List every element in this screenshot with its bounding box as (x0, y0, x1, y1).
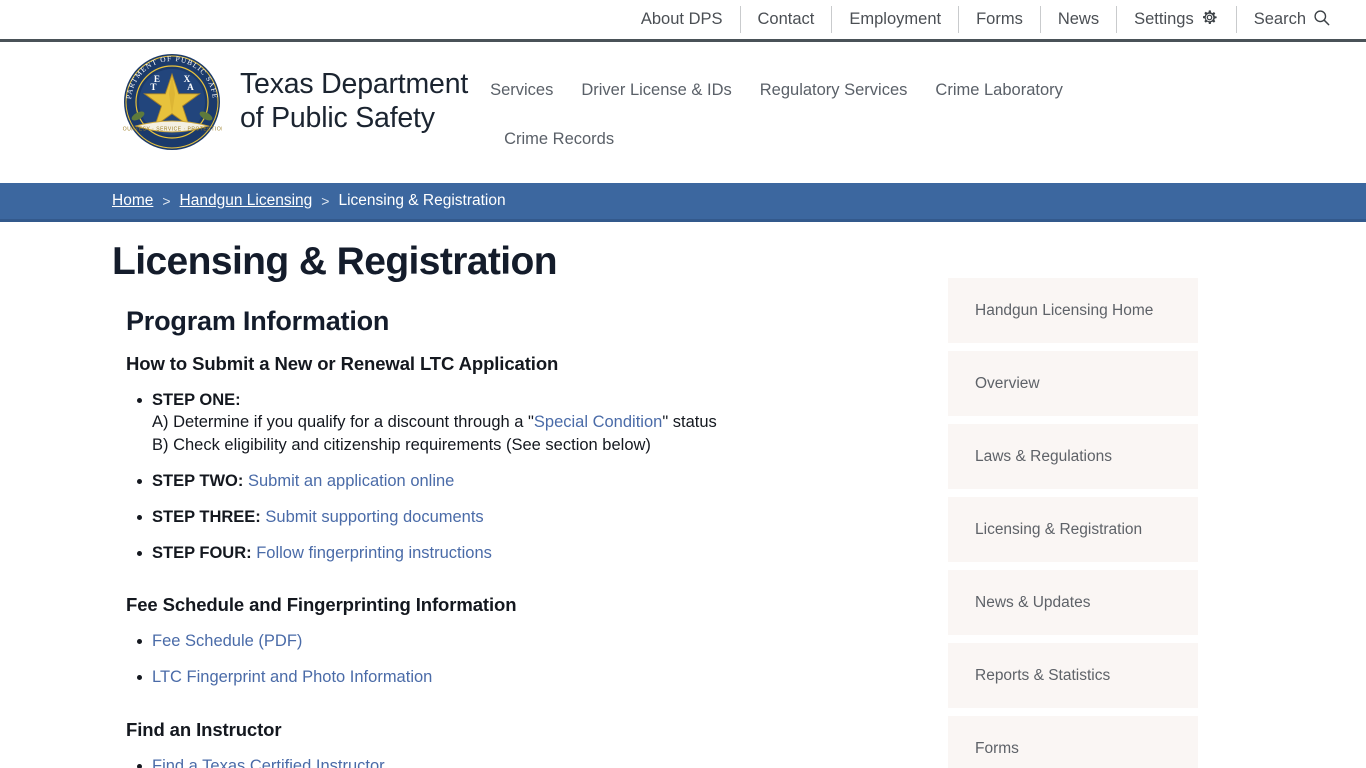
search-icon (1312, 8, 1331, 32)
application-steps-list: STEP ONE: A) Determine if you qualify fo… (137, 389, 932, 565)
utility-item-contact[interactable]: Contact (739, 6, 832, 33)
page-title: Licensing & Registration (112, 240, 558, 283)
step-one-label: STEP ONE: (152, 390, 241, 409)
masthead: DEPARTMENT OF PUBLIC SAFETY T E X A S CO… (0, 42, 1366, 183)
breadcrumb-item-current: Licensing & Registration (338, 192, 506, 209)
sidebar-item-laws-regulations[interactable]: Laws & Regulations (948, 424, 1198, 489)
list-item-find-instructor: Find a Texas Certified Instructor (137, 755, 932, 768)
sidebar-item-handgun-licensing-home[interactable]: Handgun Licensing Home (948, 278, 1198, 343)
instructor-links-list: Find a Texas Certified Instructor (137, 755, 932, 768)
nav-item-crime-laboratory[interactable]: Crime Laboratory (921, 76, 1076, 105)
step-one-line-b: B) Check eligibility and citizenship req… (152, 436, 651, 455)
breadcrumb: Home > Handgun Licensing > Licensing & R… (0, 183, 1366, 222)
breadcrumb-separator: > (321, 193, 330, 209)
sidebar-item-licensing-registration[interactable]: Licensing & Registration (948, 497, 1198, 562)
breadcrumb-item-home[interactable]: Home (112, 192, 153, 210)
svg-text:A: A (187, 82, 194, 92)
nav-item-regulatory-services[interactable]: Regulatory Services (746, 76, 922, 105)
list-item-step-three: STEP THREE: Submit supporting documents (137, 506, 932, 529)
list-item-step-one: STEP ONE: A) Determine if you qualify fo… (137, 389, 932, 457)
link-fee-schedule-pdf[interactable]: Fee Schedule (PDF) (152, 632, 302, 650)
gear-icon (1200, 8, 1219, 32)
fee-links-list: Fee Schedule (PDF) LTC Fingerprint and P… (137, 630, 932, 689)
utility-item-label: Employment (849, 10, 942, 28)
link-submit-application-online[interactable]: Submit an application online (248, 472, 454, 490)
list-item-step-two: STEP TWO: Submit an application online (137, 470, 932, 493)
nav-item-driver-license-ids[interactable]: Driver License & IDs (567, 76, 745, 105)
section-title-program-information: Program Information (126, 305, 390, 336)
texas-dps-seal-icon: DEPARTMENT OF PUBLIC SAFETY T E X A S CO… (119, 45, 225, 152)
utility-item-label: Search (1253, 10, 1306, 28)
list-item-fee-schedule: Fee Schedule (PDF) (137, 630, 932, 653)
utility-item-label: Settings (1134, 10, 1194, 28)
site-title: Texas Department of Public Safety (240, 68, 469, 134)
svg-text:E: E (154, 74, 160, 84)
main-nav: Services Driver License & IDs Regulatory… (490, 48, 1150, 154)
nav-item-services[interactable]: Services (490, 76, 567, 105)
utility-item-label: Forms (976, 10, 1023, 28)
nav-item-crime-records[interactable]: Crime Records (490, 125, 628, 154)
sidebar-item-reports-statistics[interactable]: Reports & Statistics (948, 643, 1198, 708)
breadcrumb-separator: > (162, 193, 171, 209)
utility-item-label: News (1057, 10, 1100, 28)
link-find-texas-certified-instructor[interactable]: Find a Texas Certified Instructor (152, 757, 385, 768)
list-item-step-four: STEP FOUR: Follow fingerprinting instruc… (137, 542, 932, 565)
utility-item-employment[interactable]: Employment (831, 6, 958, 33)
utility-bar: About DPS Contact Employment Forms News … (0, 0, 1366, 39)
link-ltc-fingerprint-photo-information[interactable]: LTC Fingerprint and Photo Information (152, 668, 432, 686)
utility-item-label: Contact (757, 10, 815, 28)
step-two-label: STEP TWO: (152, 471, 244, 490)
utility-item-news[interactable]: News (1039, 6, 1116, 33)
utility-nav: About DPS Contact Employment Forms News … (624, 6, 1348, 33)
section-sidebar: Handgun Licensing Home Overview Laws & R… (948, 240, 1198, 768)
utility-item-settings[interactable]: Settings (1116, 6, 1236, 33)
link-special-condition[interactable]: Special Condition (534, 413, 662, 431)
page-body: Licensing & Registration Program Informa… (0, 222, 1366, 768)
breadcrumb-item-handgun-licensing[interactable]: Handgun Licensing (180, 192, 313, 210)
svg-text:COURTESY · SERVICE · PROTECTIO: COURTESY · SERVICE · PROTECTION (122, 127, 222, 133)
list-item-fingerprint-info: LTC Fingerprint and Photo Information (137, 666, 932, 689)
utility-item-label: About DPS (640, 10, 723, 28)
heading-fee-schedule: Fee Schedule and Fingerprinting Informat… (126, 594, 517, 616)
step-one-line-a-post: " status (662, 413, 717, 432)
utility-item-about-dps[interactable]: About DPS (624, 6, 740, 33)
link-follow-fingerprinting-instructions[interactable]: Follow fingerprinting instructions (256, 544, 492, 562)
utility-item-forms[interactable]: Forms (958, 6, 1040, 33)
heading-find-an-instructor: Find an Instructor (126, 718, 282, 740)
main-content: Licensing & Registration Program Informa… (112, 240, 932, 768)
utility-item-search[interactable]: Search (1235, 6, 1348, 33)
sidebar-item-forms[interactable]: Forms (948, 716, 1198, 768)
site-logo[interactable]: DEPARTMENT OF PUBLIC SAFETY T E X A S CO… (119, 45, 469, 152)
heading-how-to-submit: How to Submit a New or Renewal LTC Appli… (126, 352, 559, 374)
step-three-label: STEP THREE: (152, 507, 261, 526)
step-four-label: STEP FOUR: (152, 543, 252, 562)
sidebar-item-overview[interactable]: Overview (948, 351, 1198, 416)
link-submit-supporting-documents[interactable]: Submit supporting documents (265, 508, 483, 526)
sidebar-item-news-updates[interactable]: News & Updates (948, 570, 1198, 635)
step-one-line-a-pre: A) Determine if you qualify for a discou… (152, 413, 534, 432)
